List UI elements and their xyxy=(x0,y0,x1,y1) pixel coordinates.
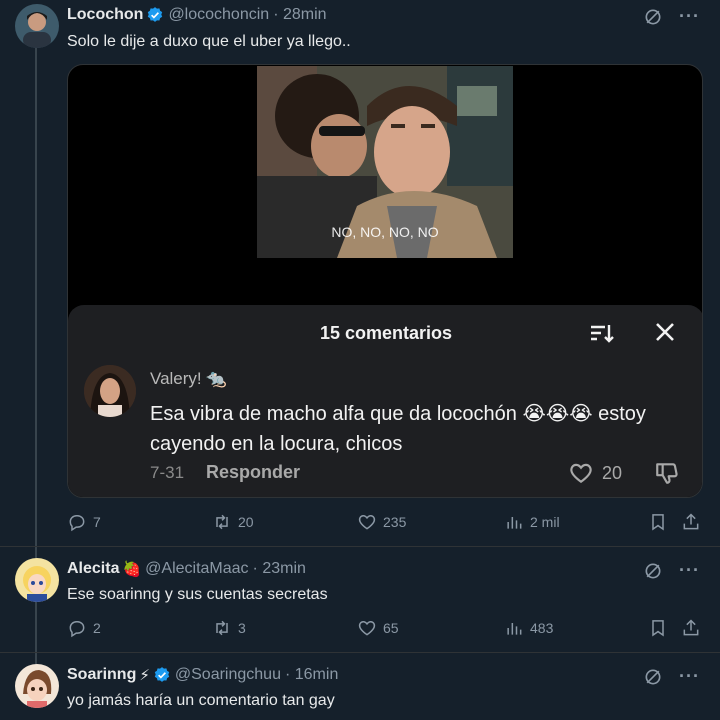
bookmark-button[interactable] xyxy=(648,512,668,532)
reply-comment-button[interactable]: Responder xyxy=(206,462,300,483)
tweet-actions: 7 20 235 2 mil xyxy=(67,512,707,536)
display-name[interactable]: Soarinng xyxy=(67,666,136,684)
avatar[interactable] xyxy=(15,558,59,602)
more-icon[interactable]: ··· xyxy=(679,666,700,687)
views-button[interactable]: 483 xyxy=(504,618,553,638)
reply-count: 7 xyxy=(93,514,101,530)
retweet-button[interactable]: 20 xyxy=(212,512,254,532)
retweet-count: 3 xyxy=(238,620,246,636)
comment-date: 7-31 xyxy=(150,463,185,482)
bookmark-icon xyxy=(652,620,664,637)
handle[interactable]: @AlecitaMaac xyxy=(145,560,248,578)
share-icon xyxy=(683,619,699,636)
heart-icon xyxy=(570,463,592,483)
views-icon xyxy=(507,517,522,529)
video-caption: NO, NO, NO, NO xyxy=(331,224,439,240)
heart-icon xyxy=(358,620,376,636)
tweet-header: Soarinng ⚡ @Soaringchuu · 16min xyxy=(67,666,338,684)
heart-icon xyxy=(358,514,376,530)
more-icon[interactable]: ··· xyxy=(679,560,700,581)
sort-icon[interactable] xyxy=(588,321,614,347)
tweet-text: yo jamás haría un comentario tan gay xyxy=(67,692,335,709)
commenter-name[interactable]: Valery! xyxy=(150,369,202,389)
commenter-emoji: 🐀 xyxy=(205,369,227,388)
media-photo: NO, NO, NO, NO xyxy=(257,66,513,258)
avatar[interactable] xyxy=(15,4,59,48)
reply-icon xyxy=(69,515,85,532)
views-count: 483 xyxy=(530,620,554,636)
share-icon xyxy=(683,513,699,530)
like-count: 65 xyxy=(383,620,399,636)
like-count: 235 xyxy=(383,514,407,530)
verified-badge-icon xyxy=(154,667,170,682)
more-icon[interactable]: ··· xyxy=(679,6,700,27)
timestamp[interactable]: · 23min xyxy=(253,560,306,578)
avatar[interactable] xyxy=(15,664,59,708)
tweet-soarinng[interactable]: Soarinng ⚡ @Soaringchuu · 16min ··· yo j… xyxy=(0,652,720,720)
grok-icon[interactable] xyxy=(643,667,663,687)
comments-panel: 15 comentarios Valery! 🐀 Esa vibra de ma… xyxy=(68,305,702,497)
reply-count: 2 xyxy=(93,620,101,636)
display-name[interactable]: Alecita xyxy=(67,560,119,578)
like-button[interactable]: 235 xyxy=(357,512,406,532)
retweet-icon xyxy=(216,514,228,530)
verified-badge-icon xyxy=(148,7,163,22)
views-count: 2 mil xyxy=(530,514,560,530)
bookmark-icon xyxy=(652,514,664,531)
commenter-avatar[interactable] xyxy=(84,365,136,417)
tweet-header: Locochon @locochoncin · 28min xyxy=(67,6,327,24)
retweet-icon xyxy=(216,620,228,636)
views-button[interactable]: 2 mil xyxy=(504,512,560,532)
bookmark-button[interactable] xyxy=(648,618,668,638)
share-button[interactable] xyxy=(681,512,701,532)
like-button[interactable]: 65 xyxy=(357,618,399,638)
reply-button[interactable]: 2 xyxy=(67,618,101,638)
tweet-actions: 2 3 65 483 xyxy=(67,618,707,642)
retweet-button[interactable]: 3 xyxy=(212,618,246,638)
tweet-text: Solo le dije a duxo que el uber ya llego… xyxy=(67,33,351,50)
comment-like-count: 20 xyxy=(602,462,623,483)
views-icon xyxy=(507,623,522,635)
comment-text: Esa vibra de macho alfa que da locochón … xyxy=(150,403,646,455)
tweet-header: Alecita 🍓 @AlecitaMaac · 23min xyxy=(67,560,306,578)
reply-icon xyxy=(69,621,85,638)
timestamp[interactable]: · 28min xyxy=(273,6,326,24)
name-emoji: ⚡ xyxy=(139,667,150,684)
comment-like-button[interactable]: 20 xyxy=(568,460,622,486)
timestamp[interactable]: · 16min xyxy=(285,666,338,684)
share-button[interactable] xyxy=(681,618,701,638)
handle[interactable]: @locochoncin xyxy=(168,6,269,24)
reply-button[interactable]: 7 xyxy=(67,512,101,532)
retweet-count: 20 xyxy=(238,514,254,530)
display-name[interactable]: Locochon xyxy=(67,6,143,24)
commenter-name-row[interactable]: Valery! 🐀 xyxy=(150,369,227,389)
dislike-icon[interactable] xyxy=(654,460,680,486)
tweet-alecita[interactable]: Alecita 🍓 @AlecitaMaac · 23min ··· Ese s… xyxy=(0,546,720,652)
handle[interactable]: @Soaringchuu xyxy=(175,666,281,684)
grok-icon[interactable] xyxy=(643,561,663,581)
video-media[interactable]: NO, NO, NO, NO 15 comentarios Valery! 🐀 … xyxy=(67,64,703,498)
tweet-locochon[interactable]: Locochon @locochoncin · 28min ··· Solo l… xyxy=(0,0,720,545)
close-icon[interactable] xyxy=(654,321,676,343)
grok-icon[interactable] xyxy=(643,7,663,27)
tweet-text: Ese soarinng y sus cuentas secretas xyxy=(67,586,328,603)
name-emoji: 🍓 xyxy=(122,561,142,578)
